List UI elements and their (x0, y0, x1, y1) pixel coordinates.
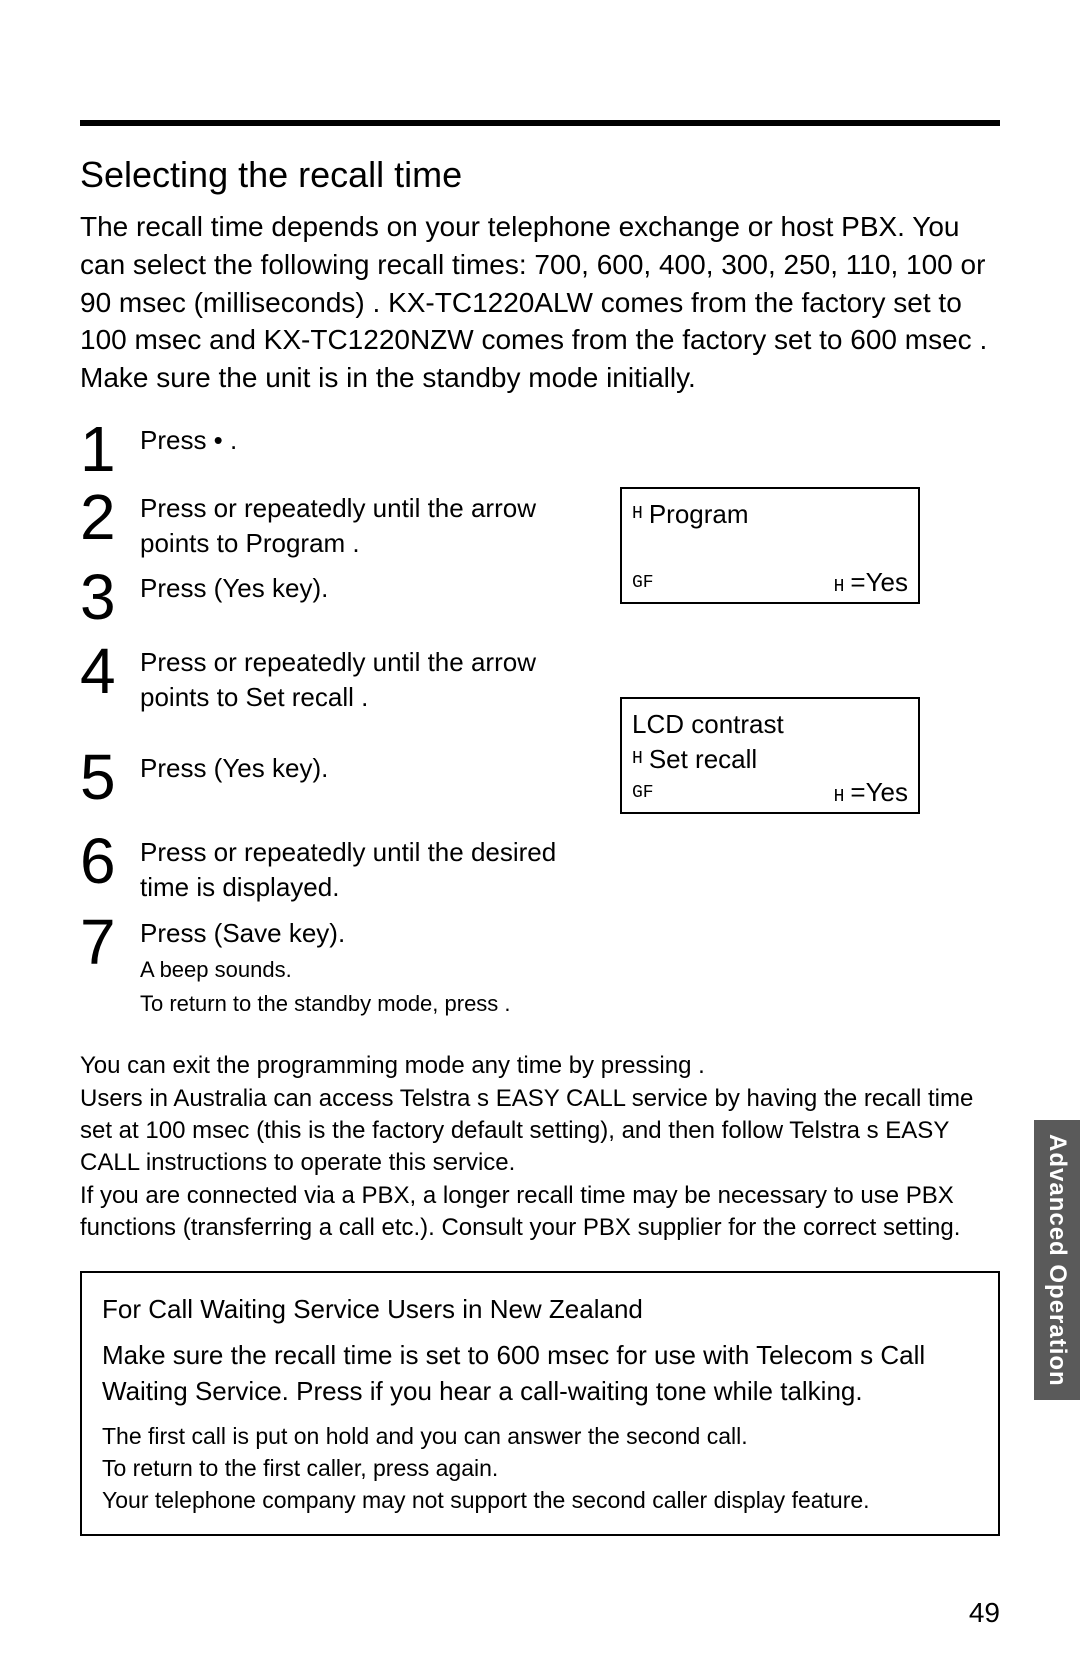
step-number: 6 (80, 829, 140, 893)
top-rule (80, 120, 1000, 126)
step-number: 3 (80, 565, 140, 629)
page-number: 49 (969, 1597, 1000, 1629)
section-title: Selecting the recall time (80, 154, 1000, 196)
box-heading: For Call Waiting Service Users in New Ze… (102, 1291, 978, 1327)
step: 1 Press • . (80, 417, 1000, 481)
step-number: 2 (80, 485, 140, 549)
box-body: Make sure the recall time is set to 600 … (102, 1337, 978, 1410)
box-subtext: The ﬁrst call is put on hold and you can… (102, 1420, 978, 1517)
arrow-icon: H (632, 747, 643, 771)
lcd-text: LCD contrast (632, 707, 784, 742)
step-number: 5 (80, 745, 140, 809)
lcd-symbol: GF (632, 783, 654, 803)
step-number: 7 (80, 910, 140, 974)
step-text: Press (Yes key). (140, 751, 600, 786)
step-text: Press • . (140, 423, 600, 458)
lcd-text: Set recall (649, 742, 757, 777)
step-body: Press (Save key). A beep sounds. To retu… (140, 910, 1000, 1021)
lcd-line: H Program (632, 497, 908, 532)
step-subtext: To return to the standby mode, press . (140, 989, 660, 1020)
step-body: Press • . (140, 417, 1000, 458)
lcd-yes: H=Yes (834, 567, 908, 598)
steps-container: 1 Press • . 2 Press or repeatedly until … (80, 417, 1000, 1020)
lcd-line: LCD contrast (632, 707, 908, 742)
step: 7 Press (Save key). A beep sounds. To re… (80, 910, 1000, 1021)
notes-paragraph: You can exit the programming mode any ti… (80, 1050, 1000, 1244)
intro-paragraph: The recall time depends on your telephon… (80, 208, 1000, 397)
lcd-line: H Set recall (632, 742, 908, 777)
lcd-display: H Program GF H=Yes (620, 487, 920, 604)
step-text: Press or repeatedly until the arrow poin… (140, 491, 600, 561)
side-tab: Advanced Operation (1034, 1120, 1080, 1400)
lcd-bottom: GF H=Yes (632, 777, 908, 808)
arrow-icon: H (632, 502, 643, 526)
step-number: 1 (80, 417, 140, 481)
step-text: Press (Yes key). (140, 571, 600, 606)
step-body: Press or repeatedly until the desired ti… (140, 829, 1000, 905)
step-text: Press or repeatedly until the desired ti… (140, 835, 600, 905)
lcd-yes: H=Yes (834, 777, 908, 808)
lcd-symbol: GF (632, 573, 654, 593)
info-box: For Call Waiting Service Users in New Ze… (80, 1271, 1000, 1537)
lcd-bottom: GF H=Yes (632, 567, 908, 598)
step-text: Press or repeatedly until the arrow poin… (140, 645, 600, 715)
step: 6 Press or repeatedly until the desired … (80, 829, 1000, 905)
lcd-text: Program (649, 497, 749, 532)
step-text: Press (Save key). (140, 916, 600, 951)
step-subtext: A beep sounds. (140, 955, 660, 986)
lcd-line (632, 532, 908, 567)
step-number: 4 (80, 639, 140, 703)
lcd-display: LCD contrast H Set recall GF H=Yes (620, 697, 920, 814)
manual-page: Selecting the recall time The recall tim… (0, 0, 1080, 1669)
